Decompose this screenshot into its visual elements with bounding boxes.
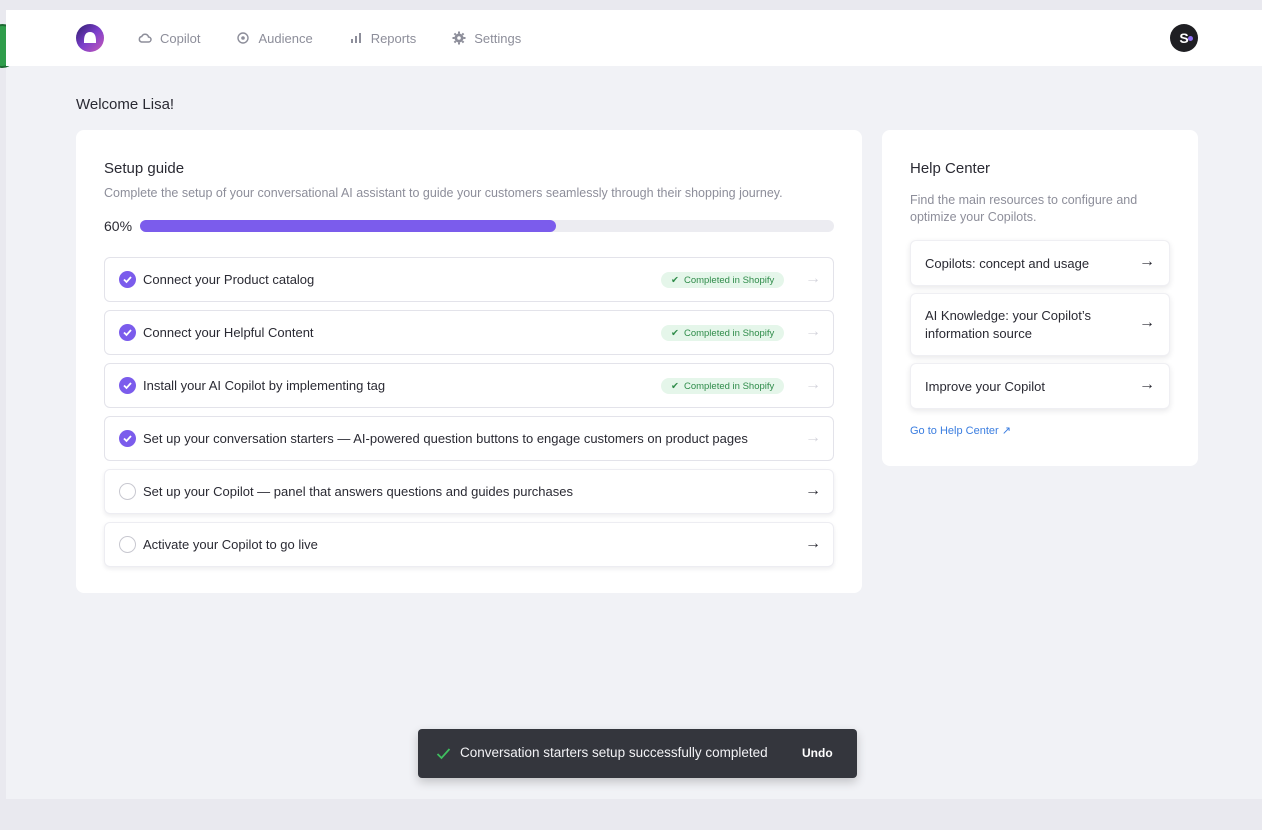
setup-guide-description: Complete the setup of your conversationa… bbox=[104, 186, 783, 200]
arrow-right-icon: → bbox=[805, 482, 821, 499]
arrow-right-icon: → bbox=[1139, 253, 1155, 270]
empty-circle-icon bbox=[119, 536, 136, 553]
nav-item-label: Settings bbox=[474, 30, 522, 46]
status-badge: ✔ Completed in Shopify bbox=[661, 325, 785, 341]
status-badge: ✔ Completed in Shopify bbox=[661, 272, 785, 288]
status-badge: ✔ Completed in Shopify bbox=[661, 378, 785, 394]
setup-step-copilot-panel[interactable]: Set up your Copilot — panel that answers… bbox=[104, 469, 834, 514]
nav-item-label: Reports bbox=[370, 30, 417, 46]
badge-label: Completed in Shopify bbox=[683, 380, 775, 392]
main-nav: Copilot Audience Reports Settings bbox=[138, 10, 521, 66]
target-icon bbox=[237, 32, 250, 44]
toast-message: Conversation starters setup successfully… bbox=[460, 745, 768, 760]
step-label: Activate your Copilot to go live bbox=[143, 537, 318, 552]
go-to-help-center-link[interactable]: Go to Help Center ↗ bbox=[910, 424, 1011, 437]
checkmark-icon: ✔ bbox=[671, 380, 679, 392]
nav-item-audience[interactable]: Audience bbox=[236, 30, 313, 46]
undo-button[interactable]: Undo bbox=[802, 746, 833, 760]
top-navigation-bar: Copilot Audience Reports Settings S bbox=[6, 10, 1262, 66]
help-link-copilots-concept[interactable]: Copilots: concept and usage → bbox=[910, 240, 1170, 286]
arrow-right-icon: → bbox=[1139, 376, 1155, 393]
success-toast: Conversation starters setup successfully… bbox=[418, 729, 857, 778]
setup-step-conversation-starters[interactable]: Set up your conversation starters — AI-p… bbox=[104, 416, 834, 461]
progress-bar bbox=[140, 220, 834, 232]
bar-chart-icon bbox=[350, 33, 361, 43]
arrow-right-icon: → bbox=[1139, 314, 1155, 331]
checkmark-icon: ✔ bbox=[671, 274, 679, 286]
nav-item-copilot[interactable]: Copilot bbox=[138, 31, 200, 46]
arrow-right-icon: → bbox=[805, 376, 821, 393]
page-title: Welcome Lisa! bbox=[76, 96, 175, 113]
completed-check-icon bbox=[119, 324, 136, 341]
help-link-ai-knowledge[interactable]: AI Knowledge: your Copilot’s information… bbox=[910, 293, 1170, 356]
nav-item-reports[interactable]: Reports bbox=[349, 30, 417, 46]
help-center-card: Help Center Find the main resources to c… bbox=[882, 130, 1198, 466]
badge-label: Completed in Shopify bbox=[683, 327, 775, 339]
avatar-status-dot bbox=[1188, 36, 1193, 41]
step-label: Connect your Helpful Content bbox=[143, 325, 314, 340]
checkmark-icon bbox=[436, 748, 451, 760]
help-link-label: AI Knowledge: your Copilot’s information… bbox=[925, 308, 1091, 341]
help-center-description: Find the main resources to configure and… bbox=[910, 193, 1138, 224]
nav-item-label: Audience bbox=[258, 30, 313, 46]
help-link-label: Copilots: concept and usage bbox=[925, 256, 1090, 271]
progress-percent: 60% bbox=[104, 218, 133, 234]
setup-guide-card: Setup guide Complete the setup of your c… bbox=[76, 130, 862, 593]
badge-label: Completed in Shopify bbox=[683, 274, 775, 286]
completed-check-icon bbox=[119, 377, 136, 394]
cloud-icon bbox=[138, 33, 152, 43]
user-avatar[interactable]: S bbox=[1170, 24, 1198, 52]
completed-check-icon bbox=[119, 271, 136, 288]
setup-step-activate-copilot[interactable]: Activate your Copilot to go live → bbox=[104, 522, 834, 567]
step-label: Set up your Copilot — panel that answers… bbox=[143, 484, 573, 499]
help-center-title: Help Center bbox=[910, 160, 991, 177]
arrow-right-icon: → bbox=[805, 270, 821, 287]
empty-circle-icon bbox=[119, 483, 136, 500]
setup-steps-list: Connect your Product catalog ✔ Completed … bbox=[104, 257, 834, 575]
help-link-improve-copilot[interactable]: Improve your Copilot → bbox=[910, 363, 1170, 409]
setup-guide-title: Setup guide bbox=[104, 160, 185, 177]
step-label: Connect your Product catalog bbox=[143, 272, 315, 287]
arrow-right-icon: → bbox=[805, 429, 821, 446]
step-label: Set up your conversation starters — AI-p… bbox=[143, 431, 748, 446]
setup-step-helpful-content[interactable]: Connect your Helpful Content ✔ Completed … bbox=[104, 310, 834, 355]
app-window: Copilot Audience Reports Settings S Welc… bbox=[0, 10, 1262, 799]
step-label: Install your AI Copilot by implementing … bbox=[143, 378, 386, 393]
setup-step-install-tag[interactable]: Install your AI Copilot by implementing … bbox=[104, 363, 834, 408]
help-link-label: Improve your Copilot bbox=[925, 379, 1045, 394]
gear-icon bbox=[452, 31, 466, 45]
brand-logo-icon[interactable] bbox=[76, 24, 104, 52]
progress-bar-fill bbox=[140, 220, 557, 232]
checkmark-icon: ✔ bbox=[671, 327, 679, 339]
nav-item-settings[interactable]: Settings bbox=[452, 31, 521, 46]
arrow-right-icon: → bbox=[805, 535, 821, 552]
nav-item-label: Copilot bbox=[160, 30, 201, 46]
arrow-right-icon: → bbox=[805, 323, 821, 340]
completed-check-icon bbox=[119, 430, 136, 447]
setup-step-product-catalog[interactable]: Connect your Product catalog ✔ Completed … bbox=[104, 257, 834, 302]
